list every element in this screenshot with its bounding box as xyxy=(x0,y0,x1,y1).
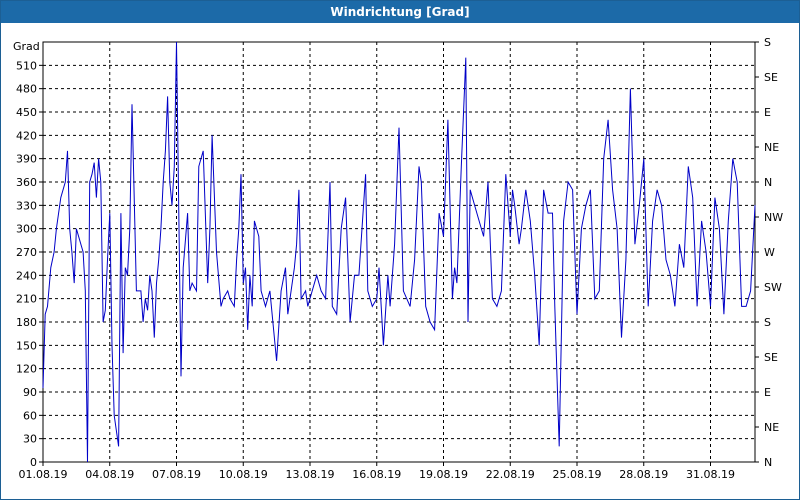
x-tick-label: 25.08.19 xyxy=(553,468,602,481)
x-tick-label: 19.08.19 xyxy=(419,468,468,481)
y-tick-label: 180 xyxy=(16,316,37,329)
x-axis: 01.08.19 04.08.19 07.08.19 10.08.19 13.08.19… xyxy=(19,462,735,481)
y-tick-label: 120 xyxy=(16,363,37,376)
y-tick-label: 270 xyxy=(16,246,37,259)
x-tick-label: 28.08.19 xyxy=(619,468,668,481)
y-tick-label: 60 xyxy=(23,409,37,422)
y-axis-left: 0306090120150180210240270300330360390420… xyxy=(16,59,43,469)
y-tick-label: 480 xyxy=(16,83,37,96)
right-tick-label: S xyxy=(764,36,771,49)
right-tick-label: NE xyxy=(764,421,779,434)
y-tick-label: 90 xyxy=(23,386,37,399)
x-tick-label: 07.08.19 xyxy=(152,468,201,481)
x-tick-label: 04.08.19 xyxy=(85,468,134,481)
y-tick-label: 300 xyxy=(16,223,37,236)
y-tick-label: 450 xyxy=(16,106,37,119)
right-tick-label: SE xyxy=(764,71,778,84)
y-tick-label: 210 xyxy=(16,293,37,306)
y-tick-label: 150 xyxy=(16,339,37,352)
right-tick-label: W xyxy=(764,246,775,259)
grid-lines xyxy=(43,42,755,462)
right-tick-label: N xyxy=(764,176,772,189)
x-tick-label: 16.08.19 xyxy=(352,468,401,481)
right-tick-label: NE xyxy=(764,141,779,154)
y-axis-right: N NE E SE S SW W NW N NE E SE S xyxy=(755,36,783,469)
y-tick-label: 330 xyxy=(16,199,37,212)
wind-direction-chart: 0306090120150180210240270300330360390420… xyxy=(13,36,783,481)
right-tick-label: S xyxy=(764,316,771,329)
right-tick-label: NW xyxy=(764,211,783,224)
x-tick-label: 01.08.19 xyxy=(19,468,68,481)
right-tick-label: N xyxy=(764,456,772,469)
right-tick-label: E xyxy=(764,386,771,399)
y-tick-label: 240 xyxy=(16,269,37,282)
y-axis-label: Grad xyxy=(13,40,40,53)
x-tick-label: 22.08.19 xyxy=(486,468,535,481)
right-tick-label: E xyxy=(764,106,771,119)
right-tick-label: SW xyxy=(764,281,782,294)
y-tick-label: 390 xyxy=(16,153,37,166)
x-tick-label: 13.08.19 xyxy=(286,468,335,481)
x-tick-label: 10.08.19 xyxy=(219,468,268,481)
y-tick-label: 30 xyxy=(23,433,37,446)
y-tick-label: 360 xyxy=(16,176,37,189)
y-tick-label: 510 xyxy=(16,59,37,72)
x-tick-label: 31.08.19 xyxy=(686,468,735,481)
y-tick-label: 420 xyxy=(16,129,37,142)
right-tick-label: SE xyxy=(764,351,778,364)
